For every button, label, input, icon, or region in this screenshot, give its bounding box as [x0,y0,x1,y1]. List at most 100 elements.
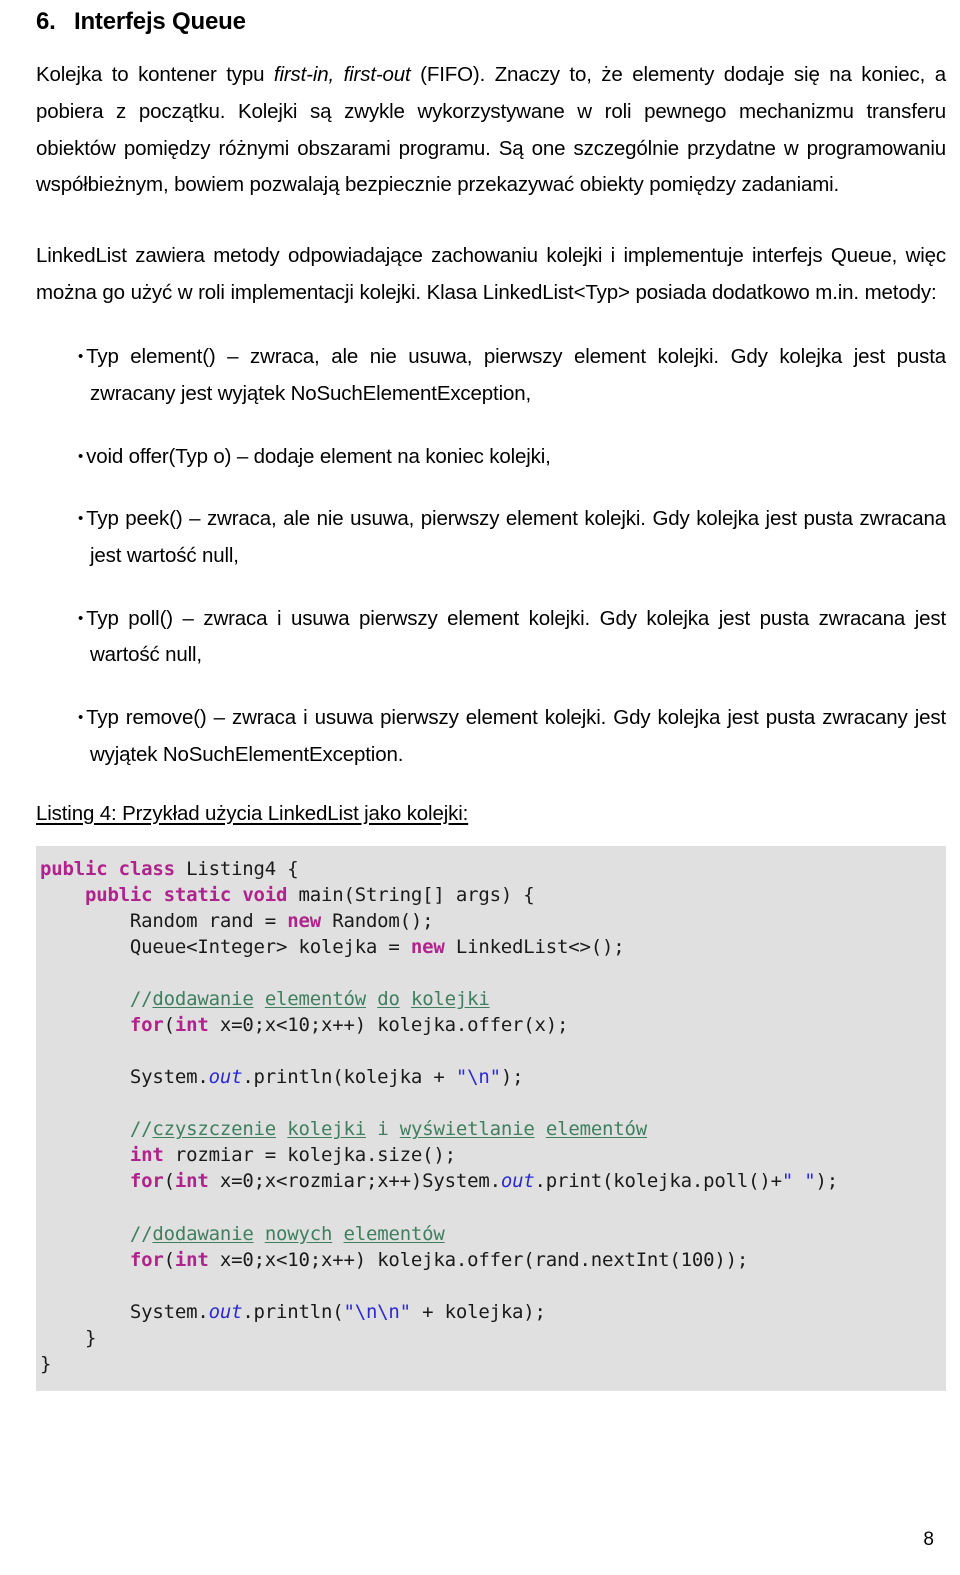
code-token-plain: ( [163,1014,175,1037]
code-token-plain: .println( [242,1300,344,1323]
code-line: //dodawanie elementów do kolejki [36,986,946,1012]
code-token-plain: Random(); [320,910,434,933]
page-number: 8 [923,1529,934,1550]
bullet-icon: • [78,447,84,465]
emphasis-text: first-in, first-out [273,63,411,87]
list-item: • Typ peek() – zwraca, ale nie usuwa, pie… [36,501,946,574]
bullet-icon: • [78,609,84,627]
code-line: public static void main(String[] args) { [36,882,946,908]
code-token-kw: int [129,1144,164,1167]
code-line: System.out.println(kolejka + "\n"); [36,1064,946,1090]
code-token-fieldi: out [500,1170,535,1193]
paragraph-intro: Kolejka to kontener typu first-in, first… [36,57,946,204]
list-item: • Typ element() – zwraca, ale nie usuwa, … [36,339,946,412]
code-line: int rozmiar = kolejka.size(); [36,1142,946,1168]
list-item-text: Typ poll() – zwraca i usuwa pierwszy ele… [86,606,946,667]
code-token-plain: Random rand = [40,910,288,933]
list-item-text: Typ peek() – zwraca, ale nie usuwa, pier… [86,507,946,568]
code-token-cmt: //dodawanie nowych elementów [129,1222,445,1245]
list-item-text: Typ element() – zwraca, ale nie usuwa, p… [86,345,946,405]
code-token-kw: new [410,936,445,959]
code-token-kw: for [129,1170,164,1193]
list-item: • void offer(Typ o) – dodaje element na k… [36,439,946,476]
code-token-plain: System. [40,1066,209,1089]
code-token-plain: + kolejka); [410,1300,546,1323]
code-line: public class Listing4 { [36,856,946,882]
code-token-plain: System. [40,1300,209,1323]
section-number: 6. [36,8,56,35]
code-token-plain: ); [815,1170,839,1193]
listing-caption: Listing 4: Przykład użycia LinkedList ja… [36,801,469,825]
bullet-icon: • [78,510,84,528]
code-line: //dodawanie nowych elementów [36,1221,946,1247]
code-token-plain: Listing4 { [174,858,299,881]
code-token-plain: rozmiar = kolejka.size(); [163,1144,456,1167]
code-token-plain: } [40,1326,97,1349]
code-token-plain: x=0;x<10;x++) kolejka.offer(x); [208,1014,569,1037]
code-token-cmt: //dodawanie elementów do kolejki [129,988,490,1011]
code-token-plain: .print(kolejka.poll()+ [534,1170,782,1193]
list-item-text: void offer(Typ o) – dodaje element na ko… [86,444,551,468]
section-title: Interfejs Queue [74,8,246,35]
code-line: } [36,1351,946,1377]
code-token-kw: new [287,910,321,933]
list-item-text: Typ remove() – zwraca i usuwa pierwszy e… [86,706,946,766]
code-token-str: "\n\n" [343,1300,411,1323]
code-token-kw: for [129,1014,164,1037]
code-line: Queue<Integer> kolejka = new LinkedList<… [36,934,946,960]
text-run: LinkedList zawiera metody odpowiadające … [36,243,946,304]
text-run: Kolejka to kontener typu [36,63,274,87]
code-token-plain: ( [163,1170,175,1193]
page-title: 6. Interfejs Queue [36,6,946,37]
code-line: for(int x=0;x<10;x++) kolejka.offer(rand… [36,1247,946,1273]
list-item: • Typ poll() – zwraca i usuwa pierwszy el… [36,601,946,674]
code-token-plain: main(String[] args) { [287,884,535,907]
code-token-plain: x=0;x<rozmiar;x++)System. [208,1170,501,1193]
code-token-cmt: //czyszczenie kolejki i wyświetlanie ele… [129,1118,648,1141]
code-token-kw: int [174,1014,209,1037]
paragraph-linkedlist: LinkedList zawiera metody odpowiadające … [36,238,946,311]
code-token-kw: for [129,1248,164,1271]
code-line: //czyszczenie kolejki i wyświetlanie ele… [36,1116,946,1142]
code-line: Random rand = new Random(); [36,908,946,934]
code-line: System.out.println("\n\n" + kolejka); [36,1299,946,1325]
document-page: 6. Interfejs Queue Kolejka to kontener t… [0,0,960,1575]
listing-caption-wrap: Listing 4: Przykład użycia LinkedList ja… [36,774,946,831]
method-list: • Typ element() – zwraca, ale nie usuwa, … [36,339,946,773]
bullet-icon: • [78,348,84,366]
code-token-str: "\n" [455,1066,501,1089]
code-token-plain: } [40,1352,52,1375]
code-token-plain: LinkedList<>(); [444,936,625,959]
code-token-plain: x=0;x<10;x++) kolejka.offer(rand.nextInt… [208,1248,749,1271]
code-token-fieldi: out [208,1300,243,1323]
code-token-plain: ); [500,1066,524,1089]
code-token-kw: public class [40,858,175,881]
code-line: for(int x=0;x<10;x++) kolejka.offer(x); [36,1012,946,1038]
code-token-kw: public static void [84,884,288,907]
code-listing: public class Listing4 { public static vo… [36,846,946,1391]
code-line: for(int x=0;x<rozmiar;x++)System.out.pri… [36,1168,946,1194]
code-token-str: " " [781,1170,816,1193]
list-item: • Typ remove() – zwraca i usuwa pierwszy … [36,700,946,773]
code-token-kw: int [174,1170,209,1193]
code-token-kw: int [174,1248,209,1271]
code-token-plain: Queue<Integer> kolejka = [40,936,411,959]
code-token-plain: .println(kolejka + [242,1066,456,1089]
code-token-fieldi: out [208,1066,243,1089]
bullet-icon: • [78,709,84,727]
code-line: } [36,1325,946,1351]
code-token-plain: ( [163,1248,175,1271]
